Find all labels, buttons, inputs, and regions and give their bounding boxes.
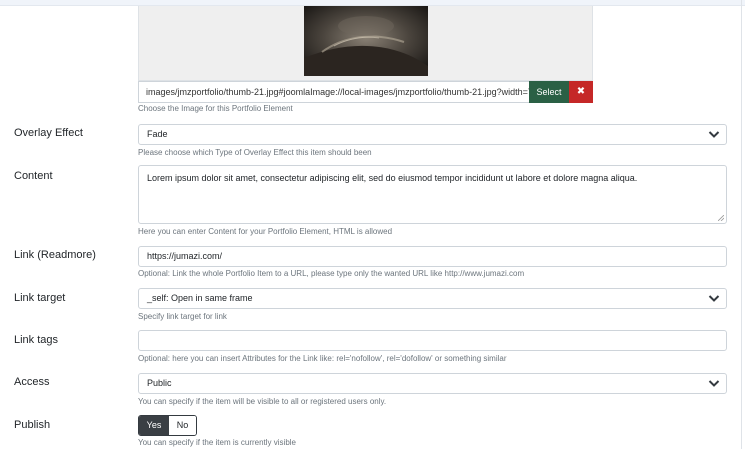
link-target-value: _self: Open in same frame xyxy=(147,293,253,303)
link-target-label: Link target xyxy=(14,292,66,304)
link-tags-description: Optional: here you can insert Attributes… xyxy=(138,354,507,363)
chevron-down-icon xyxy=(708,131,720,138)
image-preview-area xyxy=(138,6,593,81)
link-readmore-description: Optional: Link the whole Portfolio Item … xyxy=(138,269,525,278)
link-readmore-value: https://jumazi.com/ xyxy=(147,251,223,261)
publish-label: Publish xyxy=(14,419,51,431)
publish-no-button[interactable]: No xyxy=(169,416,196,435)
link-target-select[interactable]: _self: Open in same frame xyxy=(138,288,727,309)
overlay-effect-select[interactable]: Fade xyxy=(138,124,727,145)
content-label: Content xyxy=(14,170,53,182)
overlay-effect-description: Please choose which Type of Overlay Effe… xyxy=(138,148,372,157)
content-value: Lorem ipsum dolor sit amet, consectetur … xyxy=(147,173,638,183)
select-image-button[interactable]: Select xyxy=(529,81,569,103)
chevron-down-icon xyxy=(708,295,720,302)
link-target-description: Specify link target for link xyxy=(138,312,227,321)
clear-image-button[interactable]: ✖ xyxy=(569,81,593,103)
publish-toggle[interactable]: Yes No xyxy=(138,415,197,436)
link-readmore-label: Link (Readmore) xyxy=(14,249,96,261)
chevron-down-icon xyxy=(708,380,720,387)
content-description: Here you can enter Content for your Port… xyxy=(138,227,393,236)
access-label: Access xyxy=(14,376,50,388)
overlay-effect-value: Fade xyxy=(147,129,168,139)
access-description: You can specify if the item will be visi… xyxy=(138,397,387,406)
access-select[interactable]: Public xyxy=(138,373,727,394)
publish-yes-button[interactable]: Yes xyxy=(139,416,169,435)
close-icon: ✖ xyxy=(576,86,586,97)
content-textarea[interactable]: Lorem ipsum dolor sit amet, consectetur … xyxy=(138,165,727,224)
image-path-input[interactable]: images/jmzportfolio/thumb-21.jpg#joomlaI… xyxy=(138,81,530,103)
access-value: Public xyxy=(147,378,172,388)
overlay-effect-label: Overlay Effect xyxy=(14,127,83,139)
link-tags-label: Link tags xyxy=(14,334,59,346)
image-field-description: Choose the Image for this Portfolio Elem… xyxy=(138,104,293,113)
resize-grip-icon[interactable] xyxy=(718,215,724,221)
image-thumbnail xyxy=(304,6,428,76)
publish-description: You can specify if the item is currently… xyxy=(138,438,296,447)
scrollbar-track[interactable] xyxy=(741,0,742,449)
link-tags-input[interactable] xyxy=(138,330,727,351)
link-readmore-input[interactable]: https://jumazi.com/ xyxy=(138,246,727,267)
